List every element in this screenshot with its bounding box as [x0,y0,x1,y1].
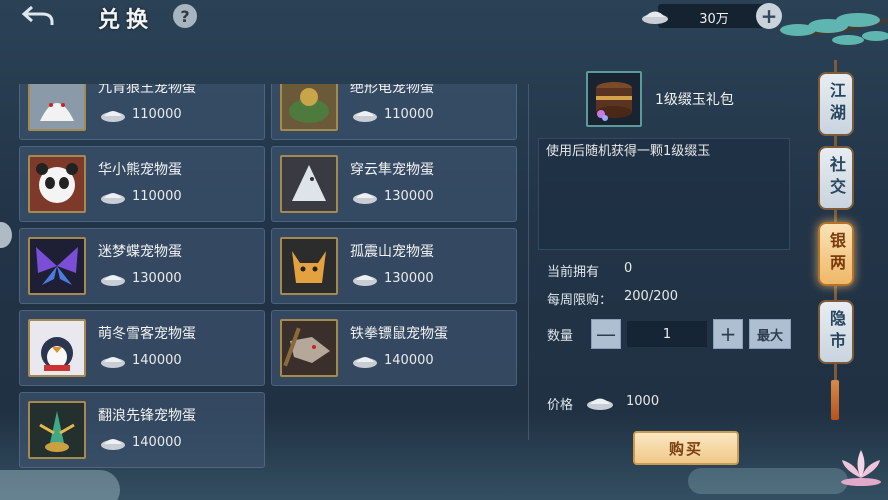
quantity-increase-button[interactable]: + [713,319,743,349]
quantity-field[interactable] [627,321,707,347]
item-price: 130000 [384,189,434,204]
item-name: 穿云隼宠物蛋 [350,162,434,178]
silver-ingot-icon [101,193,125,204]
buy-button[interactable]: 购买 [633,431,739,465]
lotus-decoration [841,450,881,486]
list-item[interactable]: 翻浪先锋宠物蛋 140000 [19,392,265,468]
weekly-limit-value: 200/200 [624,289,679,304]
add-currency-button[interactable]: + [756,3,782,29]
silver-ingot-icon [353,193,377,204]
item-price: 110000 [384,107,434,122]
item-name: 华小熊宠物蛋 [98,162,182,178]
penguin-portrait-icon [28,319,86,377]
mantis-portrait-icon [28,401,86,459]
item-price: 110000 [132,107,182,122]
list-item[interactable]: 穿云隼宠物蛋 130000 [271,146,517,222]
silver-ingot-icon [353,357,377,368]
item-name: 绝形龟宠物蛋 [350,84,434,96]
item-price: 140000 [132,353,182,368]
silver-ingot-icon [642,11,668,24]
background-cloud [688,468,848,494]
page-title: 兑换 [98,8,155,33]
list-item[interactable]: 铁拳镖鼠宠物蛋 140000 [271,310,517,386]
item-name: 铁拳镖鼠宠物蛋 [350,326,448,342]
side-handle[interactable] [0,222,12,248]
gift-box-icon [586,71,642,127]
turtle-dragon-portrait-icon [280,84,338,131]
tassel-decoration [831,380,839,420]
back-button[interactable] [18,2,58,30]
tab-silver[interactable]: 银两 [818,222,854,286]
back-arrow-icon [21,5,54,25]
panel-divider [528,84,529,440]
panda-portrait-icon [28,155,86,213]
quantity-max-button[interactable]: 最大 [749,319,791,349]
white-wolf-portrait-icon [28,84,86,131]
item-price: 140000 [132,435,182,450]
silver-ingot-icon [101,111,125,122]
silver-ingot-icon [353,111,377,122]
list-item[interactable]: 华小熊宠物蛋 110000 [19,146,265,222]
top-bar: 兑换 ? 30万 + [0,0,888,36]
detail-item-name: 1级缀玉礼包 [655,92,734,108]
quantity-label: 数量 [547,329,574,344]
rat-warrior-portrait-icon [280,319,338,377]
purple-butterfly-portrait-icon [28,237,86,295]
list-item[interactable]: 绝形龟宠物蛋 110000 [271,84,517,140]
item-name: 孤震山宠物蛋 [350,244,434,260]
list-item[interactable]: 孤震山宠物蛋 130000 [271,228,517,304]
price-value: 1000 [626,394,660,409]
help-button[interactable]: ? [173,4,197,28]
item-name: 翻浪先锋宠物蛋 [98,408,196,424]
item-price: 130000 [384,271,434,286]
list-item[interactable]: 九肯狼王宠物蛋 110000 [19,84,265,140]
tab-hidden-market[interactable]: 隐市 [818,300,854,364]
currency-value: 30万 [699,12,729,27]
weekly-limit-label: 每周限购： [547,293,613,308]
silver-ingot-icon [353,275,377,286]
fox-warrior-portrait-icon [280,237,338,295]
price-label: 价格 [547,398,574,413]
tab-social[interactable]: 社交 [818,146,854,210]
silver-ingot-icon [587,398,613,410]
silver-ingot-icon [101,275,125,286]
item-price: 140000 [384,353,434,368]
silver-ingot-icon [101,357,125,368]
owned-label: 当前拥有 [547,265,600,280]
owned-value: 0 [624,261,633,276]
item-name: 九肯狼王宠物蛋 [98,84,196,96]
tab-jianghu[interactable]: 江湖 [818,72,854,136]
item-description: 使用后随机获得一颗1级缀玉 [546,144,711,159]
silver-ingot-icon [101,439,125,450]
list-item[interactable]: 萌冬雪客宠物蛋 140000 [19,310,265,386]
item-name: 萌冬雪客宠物蛋 [98,326,196,342]
item-name: 迷梦蝶宠物蛋 [98,244,182,260]
item-price: 110000 [132,189,182,204]
item-price: 130000 [132,271,182,286]
item-list[interactable]: 九肯狼王宠物蛋 110000 绝形龟宠物蛋 110000 华小熊宠物蛋 1100… [14,84,526,484]
quantity-decrease-button[interactable]: — [591,319,621,349]
list-item[interactable]: 迷梦蝶宠物蛋 130000 [19,228,265,304]
white-falcon-portrait-icon [280,155,338,213]
